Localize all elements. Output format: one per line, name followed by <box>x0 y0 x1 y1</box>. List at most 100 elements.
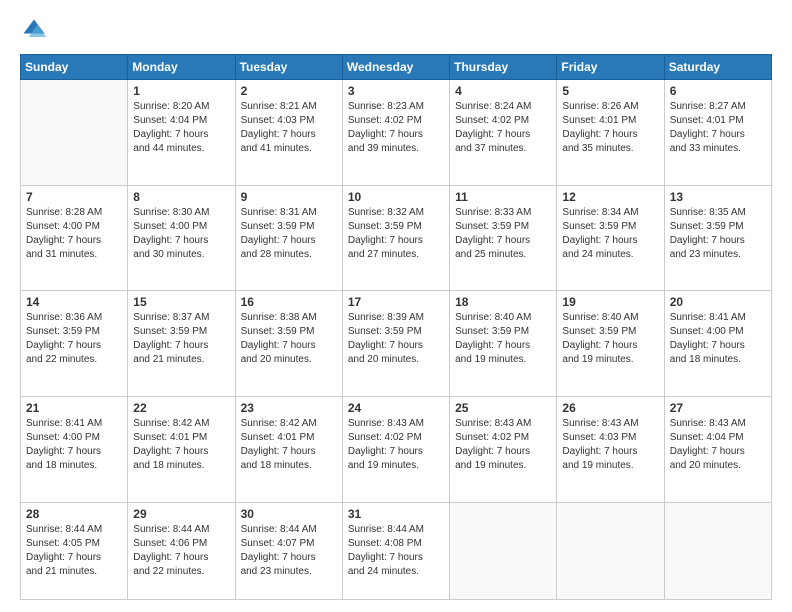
calendar-cell: 12Sunrise: 8:34 AM Sunset: 3:59 PM Dayli… <box>557 185 664 291</box>
calendar-cell: 8 Sunrise: 8:30 AM Sunset: 4:00 PM Daylig… <box>128 185 235 291</box>
day-number: 8 <box>133 190 229 204</box>
cell-content: Sunrise: 8:36 AM Sunset: 3:59 PM Dayligh… <box>26 311 122 367</box>
calendar-cell <box>557 502 664 599</box>
cell-content: Sunrise: 8:20 AM Sunset: 4:04 PM Dayligh… <box>133 100 229 156</box>
cell-content: Sunrise: 8:31 AM Sunset: 3:59 PM Dayligh… <box>241 206 337 262</box>
calendar-cell: 20 Sunrise: 8:41 AM Sunset: 4:00 PM Dayli… <box>664 291 771 397</box>
calendar-cell: 21 Sunrise: 8:41 AM Sunset: 4:00 PM Dayli… <box>21 397 128 503</box>
day-header-monday: Monday <box>128 55 235 80</box>
day-number: 11 <box>455 190 551 204</box>
day-number: 10 <box>348 190 444 204</box>
calendar-cell: 14 Sunrise: 8:36 AM Sunset: 3:59 PM Dayli… <box>21 291 128 397</box>
calendar-cell <box>21 80 128 186</box>
cell-content: Sunrise: 8:44 AM Sunset: 4:08 PM Dayligh… <box>348 523 444 579</box>
calendar-cell <box>450 502 557 599</box>
week-row-3: 14 Sunrise: 8:36 AM Sunset: 3:59 PM Dayli… <box>21 291 772 397</box>
week-row-4: 21 Sunrise: 8:41 AM Sunset: 4:00 PM Dayli… <box>21 397 772 503</box>
calendar-cell: 31 Sunrise: 8:44 AM Sunset: 4:08 PM Dayli… <box>342 502 449 599</box>
calendar-cell: 18 Sunrise: 8:40 AM Sunset: 3:59 PM Dayli… <box>450 291 557 397</box>
day-number: 7 <box>26 190 122 204</box>
logo <box>20 16 52 44</box>
cell-content: Sunrise: 8:24 AM Sunset: 4:02 PM Dayligh… <box>455 100 551 156</box>
week-row-2: 7Sunrise: 8:28 AM Sunset: 4:00 PM Daylig… <box>21 185 772 291</box>
calendar-cell: 3 Sunrise: 8:23 AM Sunset: 4:02 PM Daylig… <box>342 80 449 186</box>
cell-content: Sunrise: 8:44 AM Sunset: 4:05 PM Dayligh… <box>26 523 122 579</box>
day-number: 14 <box>26 295 122 309</box>
cell-content: Sunrise: 8:43 AM Sunset: 4:04 PM Dayligh… <box>670 417 766 473</box>
day-number: 3 <box>348 84 444 98</box>
day-number: 27 <box>670 401 766 415</box>
day-header-thursday: Thursday <box>450 55 557 80</box>
calendar-cell: 7Sunrise: 8:28 AM Sunset: 4:00 PM Daylig… <box>21 185 128 291</box>
day-number: 29 <box>133 507 229 521</box>
day-header-sunday: Sunday <box>21 55 128 80</box>
day-header-wednesday: Wednesday <box>342 55 449 80</box>
calendar-cell: 25 Sunrise: 8:43 AM Sunset: 4:02 PM Dayli… <box>450 397 557 503</box>
calendar-cell: 2Sunrise: 8:21 AM Sunset: 4:03 PM Daylig… <box>235 80 342 186</box>
cell-content: Sunrise: 8:43 AM Sunset: 4:03 PM Dayligh… <box>562 417 658 473</box>
cell-content: Sunrise: 8:41 AM Sunset: 4:00 PM Dayligh… <box>26 417 122 473</box>
cell-content: Sunrise: 8:39 AM Sunset: 3:59 PM Dayligh… <box>348 311 444 367</box>
day-number: 17 <box>348 295 444 309</box>
day-number: 25 <box>455 401 551 415</box>
week-row-5: 28 Sunrise: 8:44 AM Sunset: 4:05 PM Dayli… <box>21 502 772 599</box>
calendar-cell: 6Sunrise: 8:27 AM Sunset: 4:01 PM Daylig… <box>664 80 771 186</box>
day-number: 6 <box>670 84 766 98</box>
day-number: 15 <box>133 295 229 309</box>
calendar-header-row: SundayMondayTuesdayWednesdayThursdayFrid… <box>21 55 772 80</box>
cell-content: Sunrise: 8:43 AM Sunset: 4:02 PM Dayligh… <box>455 417 551 473</box>
cell-content: Sunrise: 8:35 AM Sunset: 3:59 PM Dayligh… <box>670 206 766 262</box>
cell-content: Sunrise: 8:41 AM Sunset: 4:00 PM Dayligh… <box>670 311 766 367</box>
cell-content: Sunrise: 8:40 AM Sunset: 3:59 PM Dayligh… <box>455 311 551 367</box>
calendar-cell: 22 Sunrise: 8:42 AM Sunset: 4:01 PM Dayli… <box>128 397 235 503</box>
calendar-cell: 16Sunrise: 8:38 AM Sunset: 3:59 PM Dayli… <box>235 291 342 397</box>
calendar-cell: 9 Sunrise: 8:31 AM Sunset: 3:59 PM Daylig… <box>235 185 342 291</box>
calendar-cell: 24 Sunrise: 8:43 AM Sunset: 4:02 PM Dayli… <box>342 397 449 503</box>
calendar-cell: 17 Sunrise: 8:39 AM Sunset: 3:59 PM Dayli… <box>342 291 449 397</box>
cell-content: Sunrise: 8:23 AM Sunset: 4:02 PM Dayligh… <box>348 100 444 156</box>
calendar-cell: 23Sunrise: 8:42 AM Sunset: 4:01 PM Dayli… <box>235 397 342 503</box>
calendar-cell: 4 Sunrise: 8:24 AM Sunset: 4:02 PM Daylig… <box>450 80 557 186</box>
day-number: 1 <box>133 84 229 98</box>
calendar-table: SundayMondayTuesdayWednesdayThursdayFrid… <box>20 54 772 600</box>
cell-content: Sunrise: 8:44 AM Sunset: 4:07 PM Dayligh… <box>241 523 337 579</box>
day-number: 5 <box>562 84 658 98</box>
header <box>20 16 772 44</box>
calendar-cell: 1 Sunrise: 8:20 AM Sunset: 4:04 PM Daylig… <box>128 80 235 186</box>
day-number: 24 <box>348 401 444 415</box>
cell-content: Sunrise: 8:34 AM Sunset: 3:59 PM Dayligh… <box>562 206 658 262</box>
cell-content: Sunrise: 8:37 AM Sunset: 3:59 PM Dayligh… <box>133 311 229 367</box>
cell-content: Sunrise: 8:43 AM Sunset: 4:02 PM Dayligh… <box>348 417 444 473</box>
day-header-saturday: Saturday <box>664 55 771 80</box>
day-number: 4 <box>455 84 551 98</box>
calendar-cell: 5 Sunrise: 8:26 AM Sunset: 4:01 PM Daylig… <box>557 80 664 186</box>
day-number: 31 <box>348 507 444 521</box>
calendar-cell: 11 Sunrise: 8:33 AM Sunset: 3:59 PM Dayli… <box>450 185 557 291</box>
day-number: 13 <box>670 190 766 204</box>
day-number: 18 <box>455 295 551 309</box>
day-number: 9 <box>241 190 337 204</box>
week-row-1: 1 Sunrise: 8:20 AM Sunset: 4:04 PM Daylig… <box>21 80 772 186</box>
calendar-cell: 26Sunrise: 8:43 AM Sunset: 4:03 PM Dayli… <box>557 397 664 503</box>
cell-content: Sunrise: 8:42 AM Sunset: 4:01 PM Dayligh… <box>133 417 229 473</box>
cell-content: Sunrise: 8:40 AM Sunset: 3:59 PM Dayligh… <box>562 311 658 367</box>
day-number: 23 <box>241 401 337 415</box>
cell-content: Sunrise: 8:30 AM Sunset: 4:00 PM Dayligh… <box>133 206 229 262</box>
cell-content: Sunrise: 8:33 AM Sunset: 3:59 PM Dayligh… <box>455 206 551 262</box>
calendar-cell: 29 Sunrise: 8:44 AM Sunset: 4:06 PM Dayli… <box>128 502 235 599</box>
calendar-cell: 30Sunrise: 8:44 AM Sunset: 4:07 PM Dayli… <box>235 502 342 599</box>
calendar-cell <box>664 502 771 599</box>
day-number: 20 <box>670 295 766 309</box>
calendar-cell: 15 Sunrise: 8:37 AM Sunset: 3:59 PM Dayli… <box>128 291 235 397</box>
cell-content: Sunrise: 8:26 AM Sunset: 4:01 PM Dayligh… <box>562 100 658 156</box>
day-number: 2 <box>241 84 337 98</box>
calendar-cell: 28 Sunrise: 8:44 AM Sunset: 4:05 PM Dayli… <box>21 502 128 599</box>
day-number: 16 <box>241 295 337 309</box>
logo-icon <box>20 16 48 44</box>
day-number: 21 <box>26 401 122 415</box>
day-number: 22 <box>133 401 229 415</box>
calendar-cell: 13 Sunrise: 8:35 AM Sunset: 3:59 PM Dayli… <box>664 185 771 291</box>
day-number: 28 <box>26 507 122 521</box>
calendar-cell: 19Sunrise: 8:40 AM Sunset: 3:59 PM Dayli… <box>557 291 664 397</box>
cell-content: Sunrise: 8:44 AM Sunset: 4:06 PM Dayligh… <box>133 523 229 579</box>
